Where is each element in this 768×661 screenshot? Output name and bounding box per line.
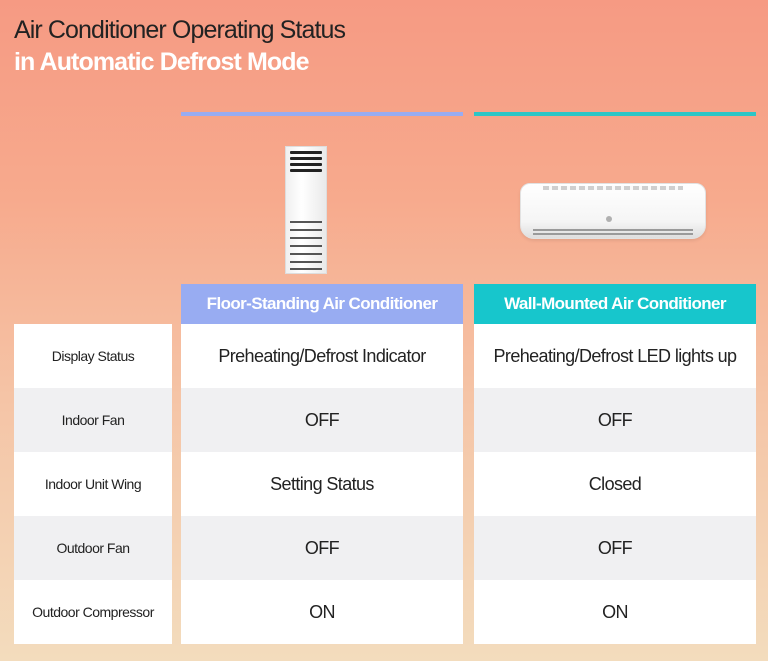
table-row: Indoor Fan OFF OFF xyxy=(14,388,756,452)
grill-line xyxy=(290,229,322,231)
vent-slat xyxy=(290,151,322,154)
grill-line xyxy=(290,253,322,255)
page-title: Air Conditioner Operating Status in Auto… xyxy=(14,14,346,78)
row-label: Indoor Unit Wing xyxy=(14,452,172,516)
floor-value: OFF xyxy=(181,516,463,580)
wall-mounted-ac-image xyxy=(520,183,706,239)
wall-value: OFF xyxy=(474,516,756,580)
wall-value: ON xyxy=(474,580,756,644)
vent-slat xyxy=(290,163,322,166)
column-header-floor-standing: Floor-Standing Air Conditioner xyxy=(181,284,463,324)
wall-value: Preheating/Defrost LED lights up xyxy=(474,324,756,388)
grill-line xyxy=(290,268,322,270)
row-label: Outdoor Fan xyxy=(14,516,172,580)
row-label: Indoor Fan xyxy=(14,388,172,452)
grill-line xyxy=(290,237,322,239)
title-line-2: in Automatic Defrost Mode xyxy=(14,48,310,76)
grill-line xyxy=(290,261,322,263)
louver-line xyxy=(533,233,693,235)
logo-icon xyxy=(606,216,612,222)
table-row: Outdoor Compressor ON ON xyxy=(14,580,756,644)
wall-value: Closed xyxy=(474,452,756,516)
table-row: Outdoor Fan OFF OFF xyxy=(14,516,756,580)
louver-line xyxy=(533,229,693,231)
top-vents xyxy=(543,186,683,190)
vent-slat xyxy=(290,169,322,172)
table-row: Indoor Unit Wing Setting Status Closed xyxy=(14,452,756,516)
row-label: Outdoor Compressor xyxy=(14,580,172,644)
title-line-1: Air Conditioner Operating Status xyxy=(14,16,346,44)
floor-standing-ac-image xyxy=(285,146,327,274)
grill-line xyxy=(290,221,322,223)
row-label: Display Status xyxy=(14,324,172,388)
column-header-wall-mounted: Wall-Mounted Air Conditioner xyxy=(474,284,756,324)
floor-value: OFF xyxy=(181,388,463,452)
floor-value: ON xyxy=(181,580,463,644)
vent-slat xyxy=(290,157,322,160)
wall-value: OFF xyxy=(474,388,756,452)
floor-value: Setting Status xyxy=(181,452,463,516)
table-row: Display Status Preheating/Defrost Indica… xyxy=(14,324,756,388)
floor-accent-bar xyxy=(181,112,463,116)
floor-value: Preheating/Defrost Indicator xyxy=(181,324,463,388)
wall-accent-bar xyxy=(474,112,756,116)
grill-line xyxy=(290,245,322,247)
